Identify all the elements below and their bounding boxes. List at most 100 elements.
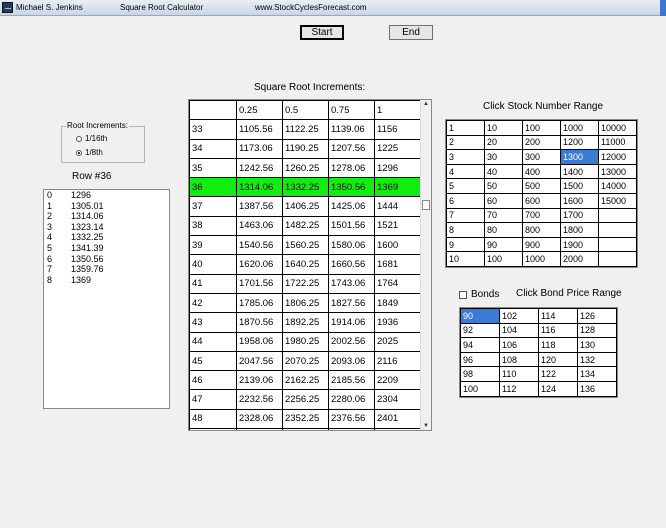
table-cell[interactable]: 1600 bbox=[374, 235, 421, 256]
stock-range-cell[interactable]: 800 bbox=[522, 222, 561, 238]
table-cell[interactable]: 2450.25 bbox=[282, 428, 329, 430]
row-number-cell[interactable]: 38 bbox=[189, 215, 237, 237]
table-cell[interactable]: 1501.56 bbox=[328, 215, 375, 237]
table-cell[interactable]: 1296 bbox=[374, 157, 421, 179]
stock-range-cell[interactable]: 10 bbox=[484, 120, 523, 136]
table-cell[interactable]: 2500 bbox=[374, 428, 421, 430]
table-row[interactable]: 41 1701.56 1722.25 1743.06 1764 bbox=[189, 273, 421, 294]
bond-range-cell[interactable]: 128 bbox=[577, 322, 617, 339]
table-cell[interactable]: 1225 bbox=[374, 138, 421, 159]
table-cell[interactable]: 1521 bbox=[374, 215, 421, 237]
stock-range-cell[interactable]: 12000 bbox=[598, 149, 637, 165]
table-cell[interactable]: 2047.56 bbox=[236, 350, 283, 372]
row-number-cell[interactable]: 44 bbox=[189, 331, 237, 352]
table-row[interactable]: 39 1540.56 1560.25 1580.06 1600 bbox=[189, 235, 421, 256]
list-item[interactable]: 4 1332.25 bbox=[44, 232, 169, 243]
bond-range-cell[interactable]: 106 bbox=[499, 337, 539, 353]
table-cell[interactable]: 1314.06 bbox=[236, 177, 283, 198]
stock-range-cell[interactable]: 11000 bbox=[598, 134, 637, 151]
row-number-cell[interactable]: 45 bbox=[189, 350, 237, 372]
table-cell[interactable]: 2280.06 bbox=[328, 389, 375, 410]
table-row[interactable]: 43 1870.56 1892.25 1914.06 1936 bbox=[189, 312, 421, 333]
table-cell[interactable]: 1958.06 bbox=[236, 331, 283, 352]
table-cell[interactable]: 1806.25 bbox=[282, 292, 329, 314]
table-cell[interactable]: 1332.25 bbox=[282, 177, 329, 198]
stock-range-cell[interactable]: 1000 bbox=[560, 120, 599, 136]
stock-range-cell[interactable]: 9 bbox=[446, 236, 485, 253]
stock-range-grid[interactable]: 1 10 100 1000 10000 2 20 200 1200 11000 3 30 300 1300… bbox=[445, 119, 638, 268]
table-row[interactable]: 492425.562450.252475.062500 bbox=[189, 428, 421, 430]
table-row[interactable]: 33 1105.56 1122.25 1139.06 1156 bbox=[189, 119, 421, 140]
table-cell[interactable]: 1980.25 bbox=[282, 331, 329, 352]
bond-range-cell[interactable]: 110 bbox=[499, 366, 539, 382]
stock-range-cell[interactable]: 3 bbox=[446, 149, 485, 165]
table-cell[interactable]: 1350.56 bbox=[328, 177, 375, 198]
bond-range-cell[interactable]: 116 bbox=[538, 322, 578, 339]
bond-range-cell[interactable]: 102 bbox=[499, 308, 539, 324]
stock-range-cell[interactable]: 1700 bbox=[560, 207, 599, 224]
list-item[interactable]: 2 1314.06 bbox=[44, 211, 169, 222]
table-cell[interactable]: 2425.56 bbox=[236, 428, 283, 430]
table-cell[interactable]: 2328.06 bbox=[236, 408, 283, 430]
list-item[interactable]: 7 1359.76 bbox=[44, 264, 169, 275]
table-cell[interactable]: 1620.06 bbox=[236, 254, 283, 275]
stock-range-cell[interactable] bbox=[598, 207, 637, 224]
table-row[interactable]: 37 1387.56 1406.25 1425.06 1444 bbox=[189, 196, 421, 217]
scroll-down-icon[interactable]: ▼ bbox=[423, 423, 429, 429]
stock-range-cell[interactable]: 8 bbox=[446, 222, 485, 238]
table-cell[interactable]: 1463.06 bbox=[236, 215, 283, 237]
table-row[interactable]: 36 1314.06 1332.25 1350.56 1369 bbox=[189, 177, 421, 198]
table-cell[interactable]: 1540.56 bbox=[236, 235, 283, 256]
stock-range-cell[interactable]: 1600 bbox=[560, 192, 599, 209]
stock-range-cell[interactable]: 1200 bbox=[560, 134, 599, 151]
table-cell[interactable]: 1207.56 bbox=[328, 138, 375, 159]
table-row[interactable]: 47 2232.56 2256.25 2280.06 2304 bbox=[189, 389, 421, 410]
scroll-up-icon[interactable]: ▲ bbox=[423, 101, 429, 107]
table-cell[interactable]: 1105.56 bbox=[236, 119, 283, 140]
stock-range-cell[interactable]: 600 bbox=[522, 192, 561, 209]
stock-range-cell[interactable]: 1 bbox=[446, 120, 485, 136]
bond-range-cell[interactable]: 100 bbox=[460, 380, 500, 397]
scroll-thumb[interactable] bbox=[422, 200, 430, 210]
table-cell[interactable]: 2304 bbox=[374, 389, 421, 410]
bond-range-cell[interactable]: 126 bbox=[577, 308, 617, 324]
table-cell[interactable]: 1722.25 bbox=[282, 273, 329, 294]
table-row[interactable]: 44 1958.06 1980.25 2002.56 2025 bbox=[189, 331, 421, 352]
table-cell[interactable]: 1242.56 bbox=[236, 157, 283, 179]
table-cell[interactable]: 2401 bbox=[374, 408, 421, 430]
table-cell[interactable]: 2025 bbox=[374, 331, 421, 352]
list-item[interactable]: 8 1369 bbox=[44, 275, 169, 286]
table-cell[interactable]: 2475.06 bbox=[328, 428, 375, 430]
bond-range-cell[interactable]: 94 bbox=[460, 337, 500, 353]
bond-range-cell[interactable]: 112 bbox=[499, 380, 539, 397]
row-number-cell[interactable]: 41 bbox=[189, 273, 237, 294]
stock-range-cell[interactable]: 1400 bbox=[560, 163, 599, 180]
table-row[interactable]: 46 2139.06 2162.25 2185.56 2209 bbox=[189, 370, 421, 391]
table-row[interactable]: 34 1173.06 1190.25 1207.56 1225 bbox=[189, 138, 421, 159]
stock-range-cell[interactable]: 20 bbox=[484, 134, 523, 151]
table-cell[interactable]: 2209 bbox=[374, 370, 421, 391]
bond-range-cell[interactable]: 134 bbox=[577, 366, 617, 382]
table-row[interactable]: 40 1620.06 1640.25 1660.56 1681 bbox=[189, 254, 421, 275]
bond-range-cell[interactable]: 124 bbox=[538, 380, 578, 397]
stock-range-cell[interactable]: 50 bbox=[484, 178, 523, 194]
row-number-cell[interactable]: 36 bbox=[189, 177, 237, 198]
stock-range-cell[interactable]: 1900 bbox=[560, 236, 599, 253]
stock-range-cell[interactable]: 10000 bbox=[598, 120, 637, 136]
window-control-edge[interactable] bbox=[660, 0, 666, 16]
table-cell[interactable]: 1387.56 bbox=[236, 196, 283, 217]
table-cell[interactable]: 1560.25 bbox=[282, 235, 329, 256]
table-cell[interactable]: 1139.06 bbox=[328, 119, 375, 140]
table-row[interactable]: 38 1463.06 1482.25 1501.56 1521 bbox=[189, 215, 421, 237]
stock-range-cell[interactable] bbox=[598, 236, 637, 253]
increments-scrollbar[interactable]: ▲ ▼ bbox=[420, 100, 431, 430]
table-cell[interactable]: 1936 bbox=[374, 312, 421, 333]
stock-range-cell[interactable]: 5 bbox=[446, 178, 485, 194]
row-number-cell[interactable]: 49 bbox=[189, 428, 237, 430]
bond-range-cell[interactable]: 118 bbox=[538, 337, 578, 353]
stock-range-cell[interactable]: 70 bbox=[484, 207, 523, 224]
table-row[interactable]: 35 1242.56 1260.25 1278.06 1296 bbox=[189, 157, 421, 179]
table-cell[interactable]: 1260.25 bbox=[282, 157, 329, 179]
bond-range-cell[interactable]: 108 bbox=[499, 351, 539, 368]
row-number-cell[interactable]: 46 bbox=[189, 370, 237, 391]
